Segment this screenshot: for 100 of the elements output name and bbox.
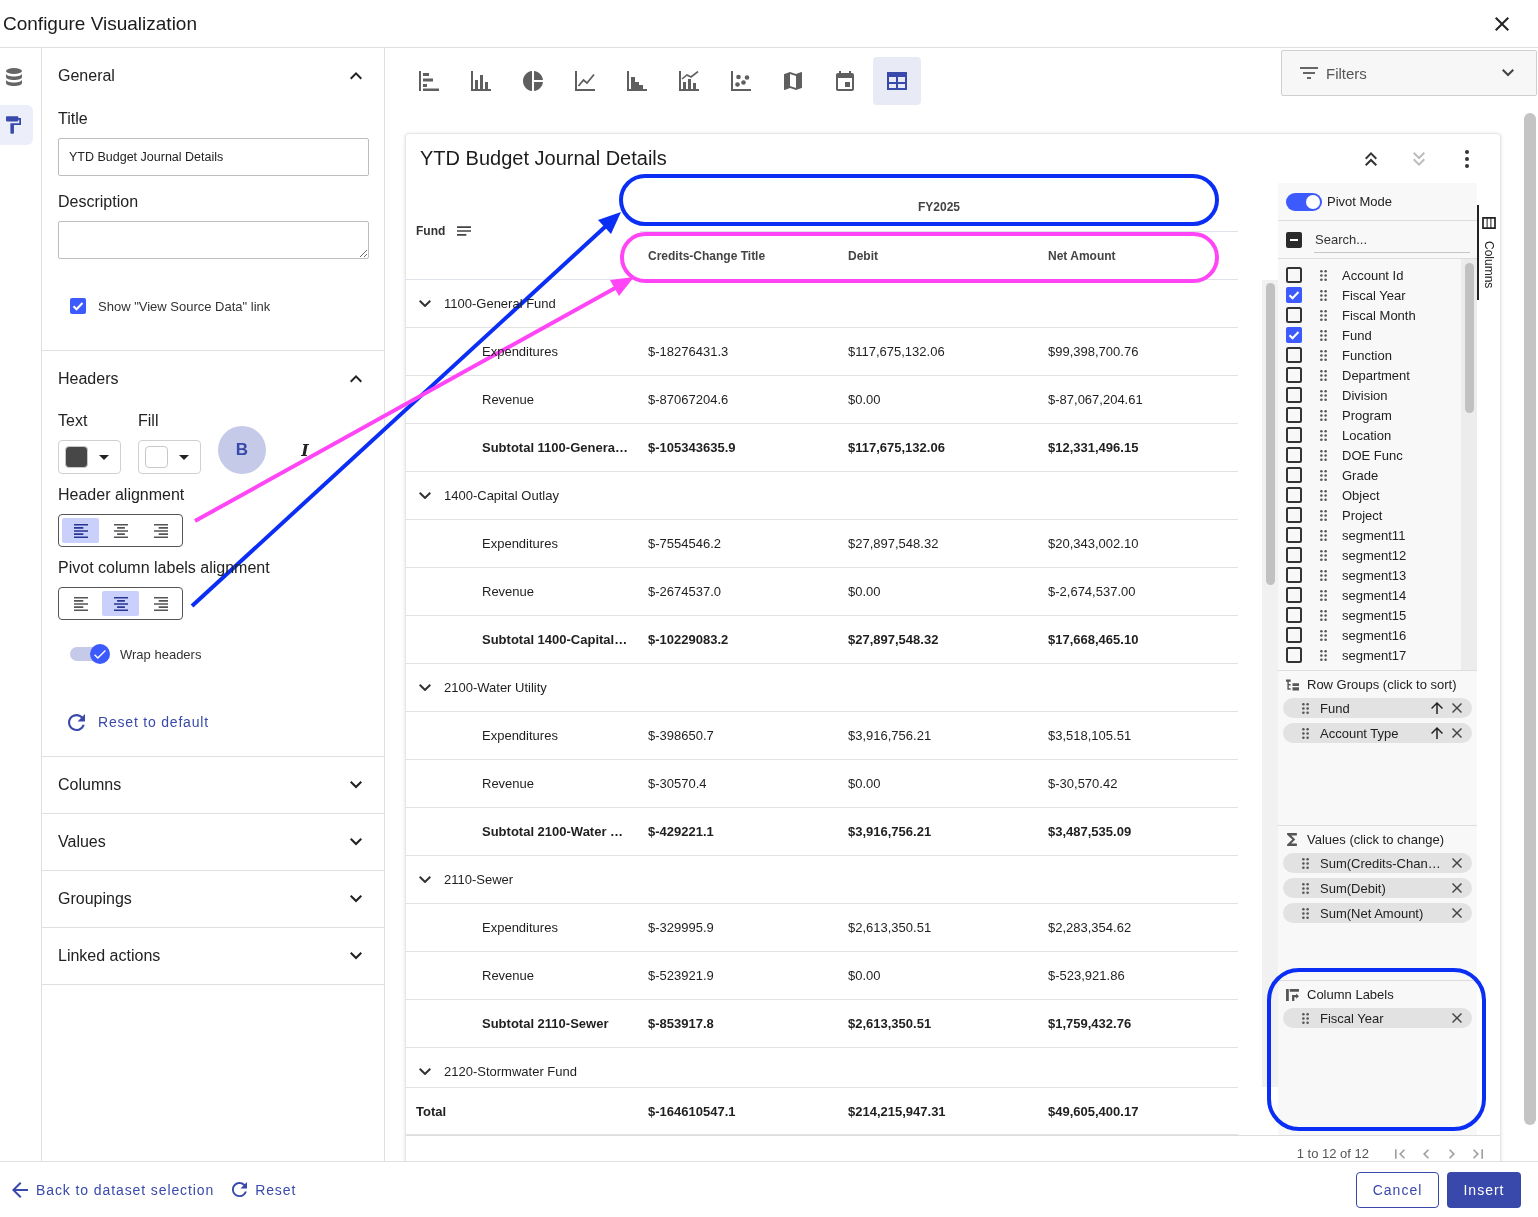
row-label: Revenue (482, 392, 535, 407)
checkbox[interactable] (1286, 527, 1302, 543)
combo-chart-icon (679, 71, 699, 91)
toggle-label: Wrap headers (120, 646, 202, 662)
section-header[interactable]: General (42, 48, 384, 104)
checkbox[interactable] (1286, 447, 1302, 463)
checkbox[interactable] (1286, 647, 1302, 663)
checkbox[interactable] (1286, 427, 1302, 443)
section-header[interactable]: Headers (42, 351, 384, 407)
group-label[interactable]: 2110-Sewer (444, 872, 514, 887)
drag-handle-icon (1320, 309, 1327, 321)
field-label: Text (58, 411, 89, 431)
column-chip[interactable]: Sum(Debit) (1283, 878, 1472, 898)
checkbox[interactable] (1286, 267, 1302, 283)
checkbox[interactable] (1286, 627, 1302, 643)
scrollbar-thumb[interactable] (1464, 263, 1474, 413)
scrollbar[interactable] (1461, 259, 1477, 670)
column-name: segment15 (1342, 607, 1407, 623)
table-cell: $-523921.9 (648, 968, 714, 983)
panel-tab[interactable] (0, 105, 33, 145)
table-cell: $-398650.7 (648, 728, 714, 743)
reset-link[interactable]: Reset (232, 1177, 297, 1202)
checkbox[interactable] (1286, 407, 1302, 423)
toggle-switch[interactable] (70, 644, 110, 664)
table-cell: $117,675,132.06 (848, 440, 945, 455)
checkbox[interactable] (1286, 287, 1302, 303)
align-left-button[interactable] (62, 518, 99, 543)
checkbox[interactable] (70, 298, 86, 314)
group-label[interactable]: 2100-Water Utility (444, 680, 547, 695)
back-link[interactable]: Back to dataset selection (12, 1177, 215, 1202)
reset-default-link[interactable]: Reset to default (58, 712, 209, 732)
group-label[interactable]: 2120-Stormwater Fund (444, 1064, 577, 1079)
column-name: segment17 (1342, 647, 1407, 663)
checkbox[interactable] (1286, 547, 1302, 563)
select-all-checkbox[interactable] (1286, 231, 1302, 248)
table-cell: $214,215,947.31 (848, 1103, 946, 1119)
checkbox[interactable] (1286, 387, 1302, 403)
align-center-button[interactable] (102, 591, 139, 616)
field-label: Fill (138, 411, 160, 431)
column-chip[interactable]: Sum(Credits-Chan… (1283, 853, 1472, 873)
scrollbar[interactable] (1262, 280, 1278, 1087)
chip-label: Sum(Credits-Chan… (1320, 855, 1442, 871)
section-header[interactable]: Values (42, 814, 384, 870)
drag-handle-icon (1320, 549, 1327, 561)
color-picker[interactable] (138, 440, 201, 474)
table-cell: $3,916,756.21 (848, 824, 932, 839)
checkbox[interactable] (1286, 607, 1302, 623)
scrollbar-thumb[interactable] (1265, 283, 1275, 585)
drag-handle-icon (1320, 349, 1327, 361)
search-field[interactable]: Search... (1314, 226, 1470, 253)
column-name: Fund (1342, 327, 1372, 343)
checkbox[interactable] (1286, 327, 1302, 343)
title-input[interactable]: YTD Budget Journal Details (58, 138, 369, 176)
italic-button[interactable]: I (281, 426, 329, 474)
table-cell: $-2674537.0 (648, 584, 721, 599)
drag-handle-icon (1320, 449, 1327, 461)
checkbox[interactable] (1286, 567, 1302, 583)
checkbox[interactable] (1286, 367, 1302, 383)
side-tab[interactable]: Columns (1477, 205, 1498, 300)
checkbox[interactable] (1286, 307, 1302, 323)
checkbox[interactable] (1286, 347, 1302, 363)
filters-dropdown[interactable]: Filters (1281, 50, 1537, 96)
arrow-left-icon (12, 1181, 28, 1198)
insert-button[interactable]: Insert (1447, 1171, 1521, 1208)
table-cell: $-87,067,204.61 (1048, 392, 1143, 407)
checkbox[interactable] (1286, 587, 1302, 603)
column-name: segment12 (1342, 547, 1407, 563)
group-label[interactable]: 1400-Capital Outlay (444, 488, 559, 503)
column-chip[interactable]: Sum(Net Amount) (1283, 903, 1472, 923)
check-icon (94, 649, 106, 659)
cancel-button[interactable]: Cancel (1356, 1171, 1439, 1208)
table-cell: $-18276431.3 (648, 344, 729, 359)
table-cell: $-329995.9 (648, 920, 714, 935)
column-chip[interactable]: Fiscal Year (1283, 1008, 1472, 1028)
column-chip[interactable]: Account Type (1283, 723, 1472, 743)
total-label: Total (416, 1103, 447, 1119)
checkbox[interactable] (1286, 467, 1302, 483)
subtotal-label: Subtotal 1400-Capital… (482, 632, 628, 647)
toggle-switch[interactable] (1286, 192, 1322, 211)
close-icon (1452, 703, 1462, 713)
section-header[interactable]: Groupings (42, 871, 384, 927)
checkbox[interactable] (1286, 487, 1302, 503)
column-chip[interactable]: Fund (1283, 698, 1472, 718)
table-cell: $0.00 (848, 968, 881, 983)
group-label[interactable]: 1100-General Fund (444, 296, 556, 311)
table-cell: $27,897,548.32 (848, 536, 939, 551)
drag-handle-icon (1320, 529, 1327, 541)
table-cell: $20,343,002.10 (1048, 536, 1139, 551)
more-icon (1465, 149, 1469, 168)
chart-type-button[interactable] (873, 57, 921, 105)
column-name: Program (1342, 407, 1392, 423)
scrollbar[interactable] (1524, 113, 1536, 1125)
bold-button[interactable]: B (218, 426, 266, 474)
color-picker[interactable] (58, 440, 121, 474)
table-cell: $-30,570.42 (1048, 776, 1118, 791)
checkbox[interactable] (1286, 507, 1302, 523)
section-header[interactable]: Columns (42, 757, 384, 813)
drag-handle-icon (1320, 429, 1327, 441)
section-header[interactable]: Linked actions (42, 928, 384, 984)
description-field[interactable] (58, 221, 369, 259)
